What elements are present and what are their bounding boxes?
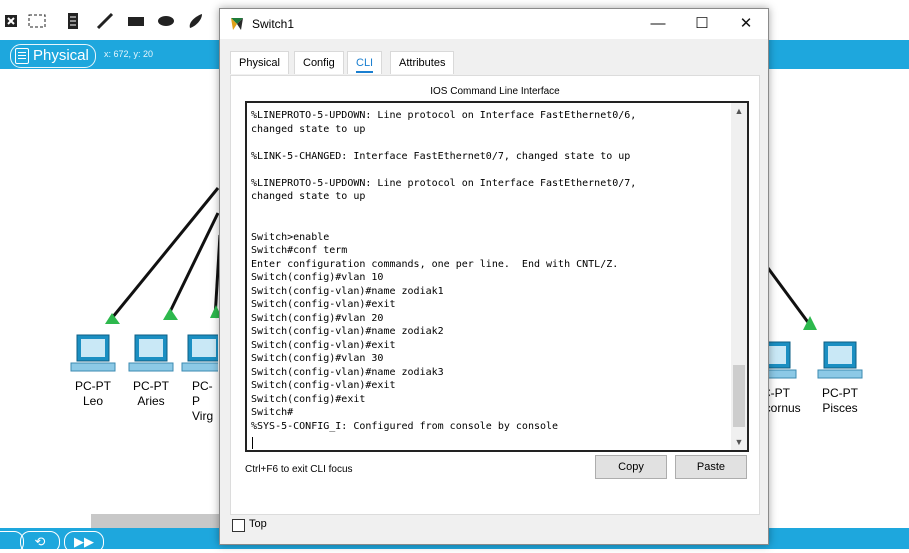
cli-focus-hint: Ctrl+F6 to exit CLI focus <box>245 464 353 475</box>
pc-icon <box>181 334 218 372</box>
top-checkbox-label: Top <box>249 518 267 530</box>
link-status-aries <box>163 308 178 320</box>
pc-icon <box>70 334 116 372</box>
switch-dialog: Switch1 — ☐ ✕ Physical Config CLI Attrib… <box>219 8 769 545</box>
pc-icon <box>128 334 174 372</box>
paste-button[interactable]: Paste <box>675 455 747 479</box>
tab-attributes[interactable]: Attributes <box>390 51 455 74</box>
top-checkbox[interactable] <box>232 519 245 532</box>
copy-button[interactable]: Copy <box>595 455 667 479</box>
device-pc-pisces[interactable]: PC-PT Pisces <box>804 340 876 416</box>
link-aries <box>165 212 220 319</box>
packet-tracer-icon <box>231 18 243 30</box>
pc-icon <box>817 341 863 379</box>
dialog-titlebar[interactable]: Switch1 — ☐ ✕ <box>220 9 768 39</box>
console-scrollbar[interactable]: ▲ ▼ <box>731 103 747 450</box>
scroll-down-icon[interactable]: ▼ <box>731 434 747 450</box>
device-name: Virg <box>192 409 214 423</box>
cli-console[interactable]: %LINEPROTO-5-UPDOWN: Line protocol on In… <box>245 101 749 452</box>
tab-config[interactable]: Config <box>294 51 344 74</box>
tab-label: Config <box>303 57 335 69</box>
fast-forward-icon: ▶▶ <box>74 534 94 549</box>
device-type: PC-P <box>192 379 213 408</box>
minimize-button[interactable]: — <box>636 9 680 39</box>
link-pisces <box>766 267 812 326</box>
console-output[interactable]: %LINEPROTO-5-UPDOWN: Line protocol on In… <box>251 109 727 433</box>
device-type: PC-PT <box>822 386 858 400</box>
tab-label: CLI <box>356 57 374 73</box>
close-button[interactable]: ✕ <box>724 9 768 39</box>
tab-cli[interactable]: CLI <box>347 51 383 74</box>
device-pc-virgo[interactable]: PC-P Virg <box>176 333 218 424</box>
tab-label: Attributes <box>399 57 446 69</box>
fast-forward-button[interactable]: ▶▶ <box>64 531 104 553</box>
tab-label: Physical <box>239 57 280 69</box>
dialog-title: Switch1 <box>252 17 295 31</box>
scroll-thumb[interactable] <box>733 365 745 427</box>
workspace-scrollbar[interactable] <box>91 514 221 528</box>
scroll-up-icon[interactable]: ▲ <box>731 103 747 119</box>
maximize-button[interactable]: ☐ <box>680 9 724 39</box>
text-cursor <box>252 437 253 449</box>
link-leo <box>110 187 220 319</box>
clock-reset-icon: ⟲ <box>34 534 46 549</box>
device-name: Pisces <box>822 401 858 415</box>
tab-physical[interactable]: Physical <box>230 51 289 74</box>
cli-heading: IOS Command Line Interface <box>430 86 560 97</box>
link-status-leo <box>105 313 120 324</box>
reset-time-button[interactable]: ⟲ <box>20 531 60 553</box>
cli-panel: IOS Command Line Interface %LINEPROTO-5-… <box>230 75 760 515</box>
